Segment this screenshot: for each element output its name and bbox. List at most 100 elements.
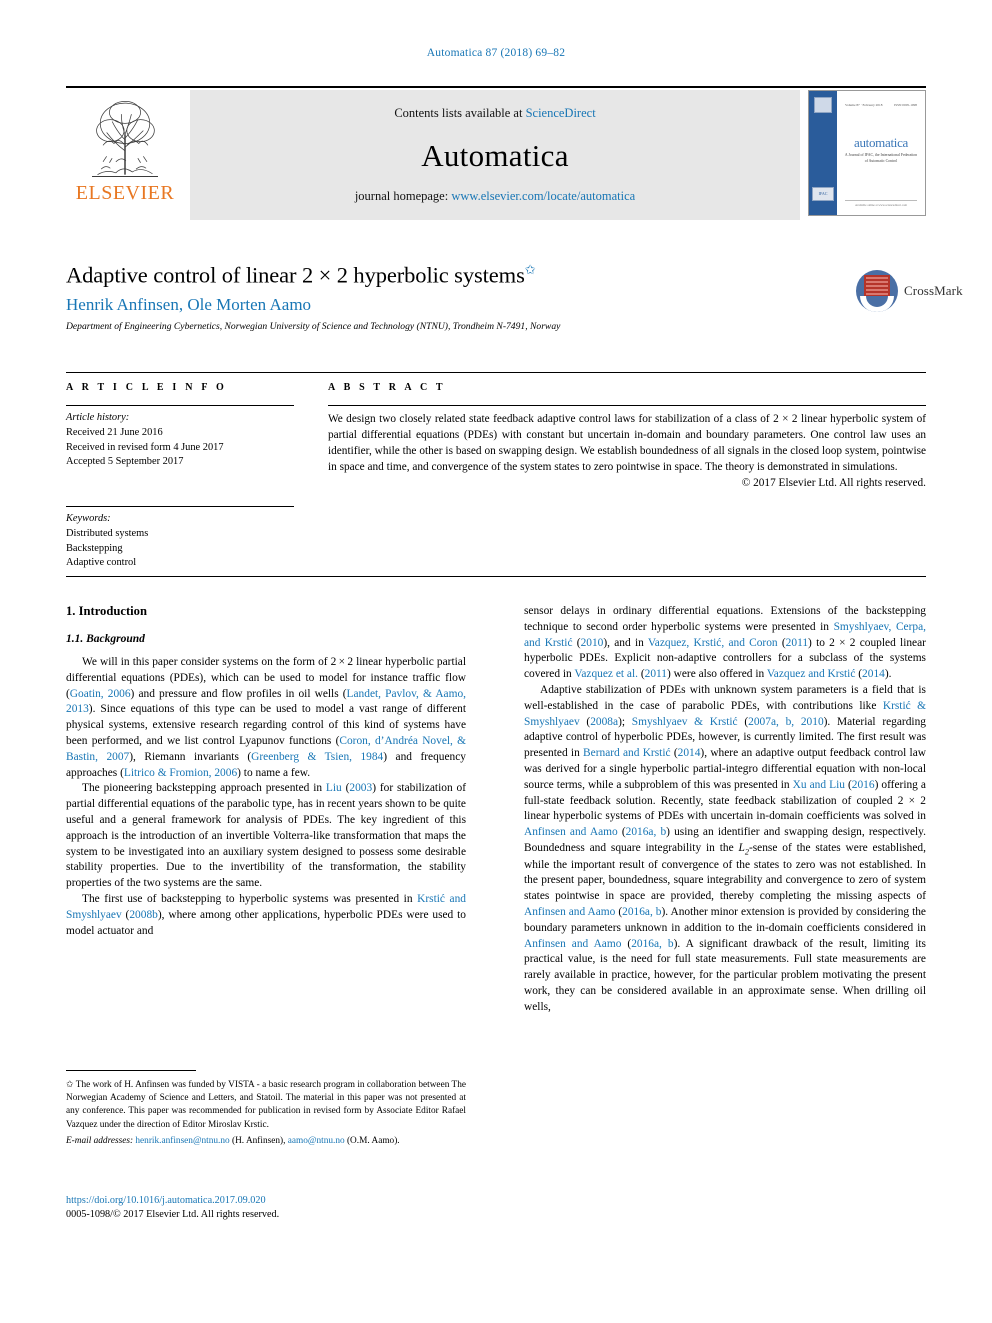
citation-year[interactable]: 2011 (786, 637, 808, 649)
email-link-1[interactable]: henrik.anfinsen@ntnu.no (135, 1136, 229, 1146)
email-label: E-mail addresses: (66, 1135, 134, 1146)
paragraph: The pioneering backstepping approach pre… (66, 782, 466, 890)
journal-title: Automatica (421, 137, 569, 173)
affiliation: Department of Engineering Cybernetics, N… (66, 321, 561, 333)
journal-homepage-line: journal homepage: www.elsevier.com/locat… (355, 189, 635, 204)
citation-link[interactable]: Vazquez, Krstić, and Coron (648, 637, 778, 649)
page-title: Adaptive control of linear 2 × 2 hyperbo… (66, 262, 926, 289)
email-owner-2: (O.M. Aamo). (346, 1135, 400, 1146)
citation-year[interactable]: 2011 (645, 668, 667, 680)
keywords-block: Keywords: Distributed systems Backsteppi… (66, 512, 294, 571)
keyword-item: Backstepping (66, 542, 123, 554)
citation-year[interactable]: 2008b (129, 909, 157, 921)
contents-list-line: Contents lists available at ScienceDirec… (394, 106, 595, 121)
paragraph: sensor delays in ordinary differential e… (524, 605, 926, 681)
citation-link[interactable]: Greenberg & Tsien, 1984 (251, 751, 383, 763)
cover-volume-left: Volume 87 · February 2018 (845, 103, 883, 107)
elsevier-wordmark: ELSEVIER (75, 182, 175, 204)
paragraph: Adaptive stabilization of PDEs with unkn… (524, 683, 926, 1013)
citation-year[interactable]: 2010 (581, 637, 604, 649)
crossmark-book-lines (866, 277, 888, 296)
cover-subtitle: A Journal of IFAC, the International Fed… (844, 153, 918, 163)
article-info-rule-1 (66, 405, 294, 406)
keywords-label: Keywords: (66, 513, 111, 525)
keywords-section: Keywords: Distributed systems Backsteppi… (66, 506, 294, 571)
email-link-2[interactable]: aamo@ntnu.no (288, 1136, 345, 1146)
elsevier-logo: ELSEVIER (66, 90, 184, 220)
citation-link[interactable]: Vazquez et al. (574, 668, 638, 680)
ifac-logo-icon: IFAC (812, 187, 834, 201)
email-owner-1: (H. Anfinsen), (232, 1135, 286, 1146)
abstract-rule (328, 405, 926, 406)
journal-homepage-link[interactable]: www.elsevier.com/locate/automatica (451, 189, 635, 203)
funding-footnote: ✩ The work of H. Anfinsen was funded by … (66, 1078, 466, 1132)
title-block: Adaptive control of linear 2 × 2 hyperbo… (66, 262, 926, 333)
citation-link[interactable]: Litrico & Fromion, 2006 (124, 767, 237, 779)
citation-year[interactable]: 2007a, b, 2010 (748, 716, 823, 728)
homepage-prefix: journal homepage: (354, 189, 452, 203)
title-footnote-marker[interactable]: ✩ (525, 262, 536, 277)
author-list[interactable]: Henrik Anfinsen, Ole Morten Aamo (66, 295, 926, 315)
info-divider-bottom (66, 576, 926, 577)
paragraph: The first use of backstepping to hyperbo… (66, 892, 466, 937)
doi-link[interactable]: https://doi.org/10.1016/j.automatica.201… (66, 1194, 466, 1208)
citation-link[interactable]: Goatin, 2006 (70, 688, 131, 700)
cover-volume-line: Volume 87 · February 2018 ISSN 0005-1098 (845, 103, 917, 107)
crossmark-badge-container[interactable]: CrossMark (856, 268, 968, 314)
article-info-heading: A R T I C L E I N F O (66, 382, 227, 393)
citation-link[interactable]: Krstić and Smyshlyaev (66, 893, 466, 921)
sciencedirect-link[interactable]: ScienceDirect (526, 106, 596, 120)
article-history-item: Accepted 5 September 2017 (66, 456, 184, 468)
citation-link[interactable]: Anfinsen and Aamo (524, 906, 615, 918)
crossmark-label: CrossMark (904, 283, 963, 298)
crossmark-icon (856, 270, 898, 312)
article-history-item: Received 21 June 2016 (66, 426, 163, 438)
article-info-rule-2 (66, 506, 294, 508)
citation-link[interactable]: Anfinsen and Aamo (524, 938, 621, 950)
citation-year[interactable]: 2016a, b (626, 826, 667, 838)
article-history-label: Article history: (66, 412, 130, 423)
body-column-right: sensor delays in ordinary differential e… (524, 604, 926, 1016)
subsection-heading-background: 1.1. Background (66, 633, 145, 645)
abstract-text: We design two closely related state feed… (328, 413, 926, 473)
cover-footer: Available online at www.sciencedirect.co… (845, 200, 917, 207)
elsevier-small-logo-icon (814, 97, 832, 113)
article-title-text: Adaptive control of linear 2 × 2 hyperbo… (66, 262, 525, 288)
article-history-block: Article history: Received 21 June 2016 R… (66, 411, 294, 470)
citation-link[interactable]: Anfinsen and Aamo (524, 826, 618, 838)
cover-volume-right: ISSN 0005-1098 (894, 103, 917, 107)
footnote-star-marker: ✩ (66, 1079, 74, 1089)
citation-link[interactable]: Xu and Liu (793, 779, 845, 791)
abstract-heading: A B S T R A C T (328, 382, 446, 393)
paragraph: We will in this paper consider systems o… (66, 656, 467, 779)
footnote-divider (66, 1070, 196, 1071)
keyword-item: Distributed systems (66, 527, 149, 539)
journal-masthead: ELSEVIER Contents lists available at Sci… (66, 86, 926, 220)
abstract-panel: A B S T R A C T We design two closely re… (328, 382, 926, 489)
citation-year[interactable]: 2016 (852, 779, 875, 791)
elsevier-tree-icon (92, 100, 158, 178)
crossmark-arc-inner (866, 296, 888, 307)
issn-copyright-line: 0005-1098/© 2017 Elsevier Ltd. All right… (66, 1208, 280, 1220)
section-heading-introduction: 1. Introduction (66, 604, 147, 618)
masthead-center-panel: Contents lists available at ScienceDirec… (190, 90, 800, 220)
info-divider-top (66, 372, 926, 373)
contents-prefix: Contents lists available at (394, 106, 526, 120)
keyword-item: Adaptive control (66, 557, 137, 569)
abstract-copyright: © 2017 Elsevier Ltd. All rights reserved… (741, 476, 926, 489)
citation-year[interactable]: 2003 (349, 782, 372, 794)
citation-year[interactable]: 2014 (862, 668, 885, 680)
citation-year[interactable]: 2008a (590, 716, 618, 728)
footnote-block: ✩ The work of H. Anfinsen was funded by … (66, 1070, 466, 1148)
citation-year[interactable]: 2016a, b (631, 938, 673, 950)
citation-year[interactable]: 2016a, b (622, 906, 661, 918)
citation-link[interactable]: Smyshlyaev & Krstić (632, 716, 738, 728)
journal-cover-thumbnail: IFAC Volume 87 · February 2018 ISSN 0005… (808, 90, 926, 216)
body-column-left: 1. Introduction 1.1. Background We will … (66, 604, 466, 939)
article-history-item: Received in revised form 4 June 2017 (66, 441, 224, 453)
citation-year[interactable]: 2014 (678, 747, 701, 759)
running-head: Automatica 87 (2018) 69–82 (426, 47, 566, 59)
citation-link[interactable]: Liu (326, 782, 342, 794)
citation-link[interactable]: Vazquez and Krstić (767, 668, 856, 680)
citation-link[interactable]: Bernard and Krstić (583, 747, 671, 759)
